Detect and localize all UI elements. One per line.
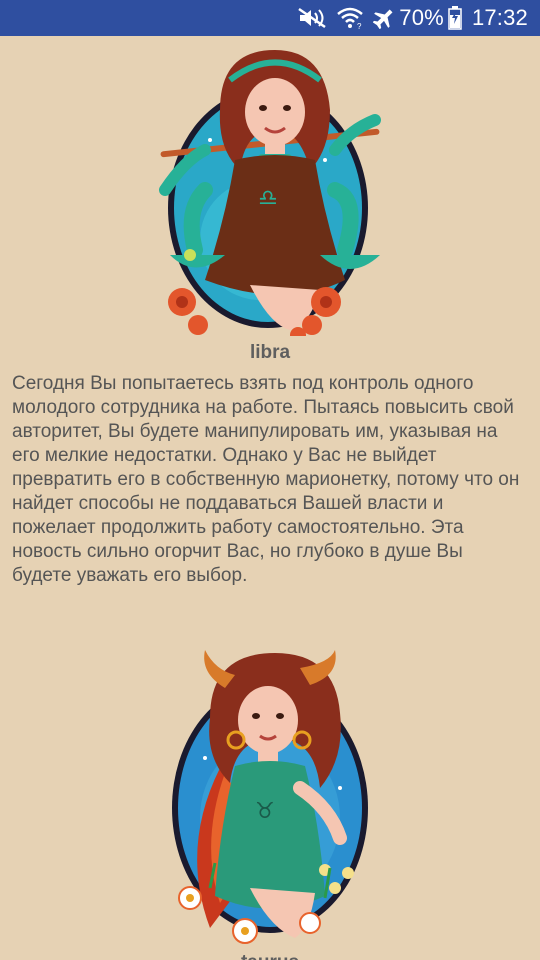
card-title: taurus — [0, 952, 540, 960]
svg-text:♉: ♉ — [255, 799, 275, 824]
svg-text:?: ? — [357, 22, 362, 29]
card-title: libra — [249, 342, 291, 363]
horoscope-list[interactable]: ♎ libra Сегодня Вы попытаетесь взять под… — [0, 36, 540, 960]
wifi-icon: ? — [337, 7, 364, 29]
airplane-icon — [373, 7, 395, 29]
battery-percentage: 70% — [399, 5, 444, 30]
clock: 17:32 — [471, 5, 528, 30]
mute-icon — [297, 7, 327, 29]
battery-icon — [448, 6, 462, 30]
status-bar: ? 70% 17:32 — [0, 0, 540, 36]
libra-zodiac-illustration: ♎ — [150, 40, 390, 343]
svg-text:♎: ♎ — [258, 186, 278, 211]
taurus-zodiac-illustration: ♉ — [150, 648, 390, 948]
card-horoscope-text: Сегодня Вы попытаетесь взять под контрол… — [12, 373, 520, 586]
